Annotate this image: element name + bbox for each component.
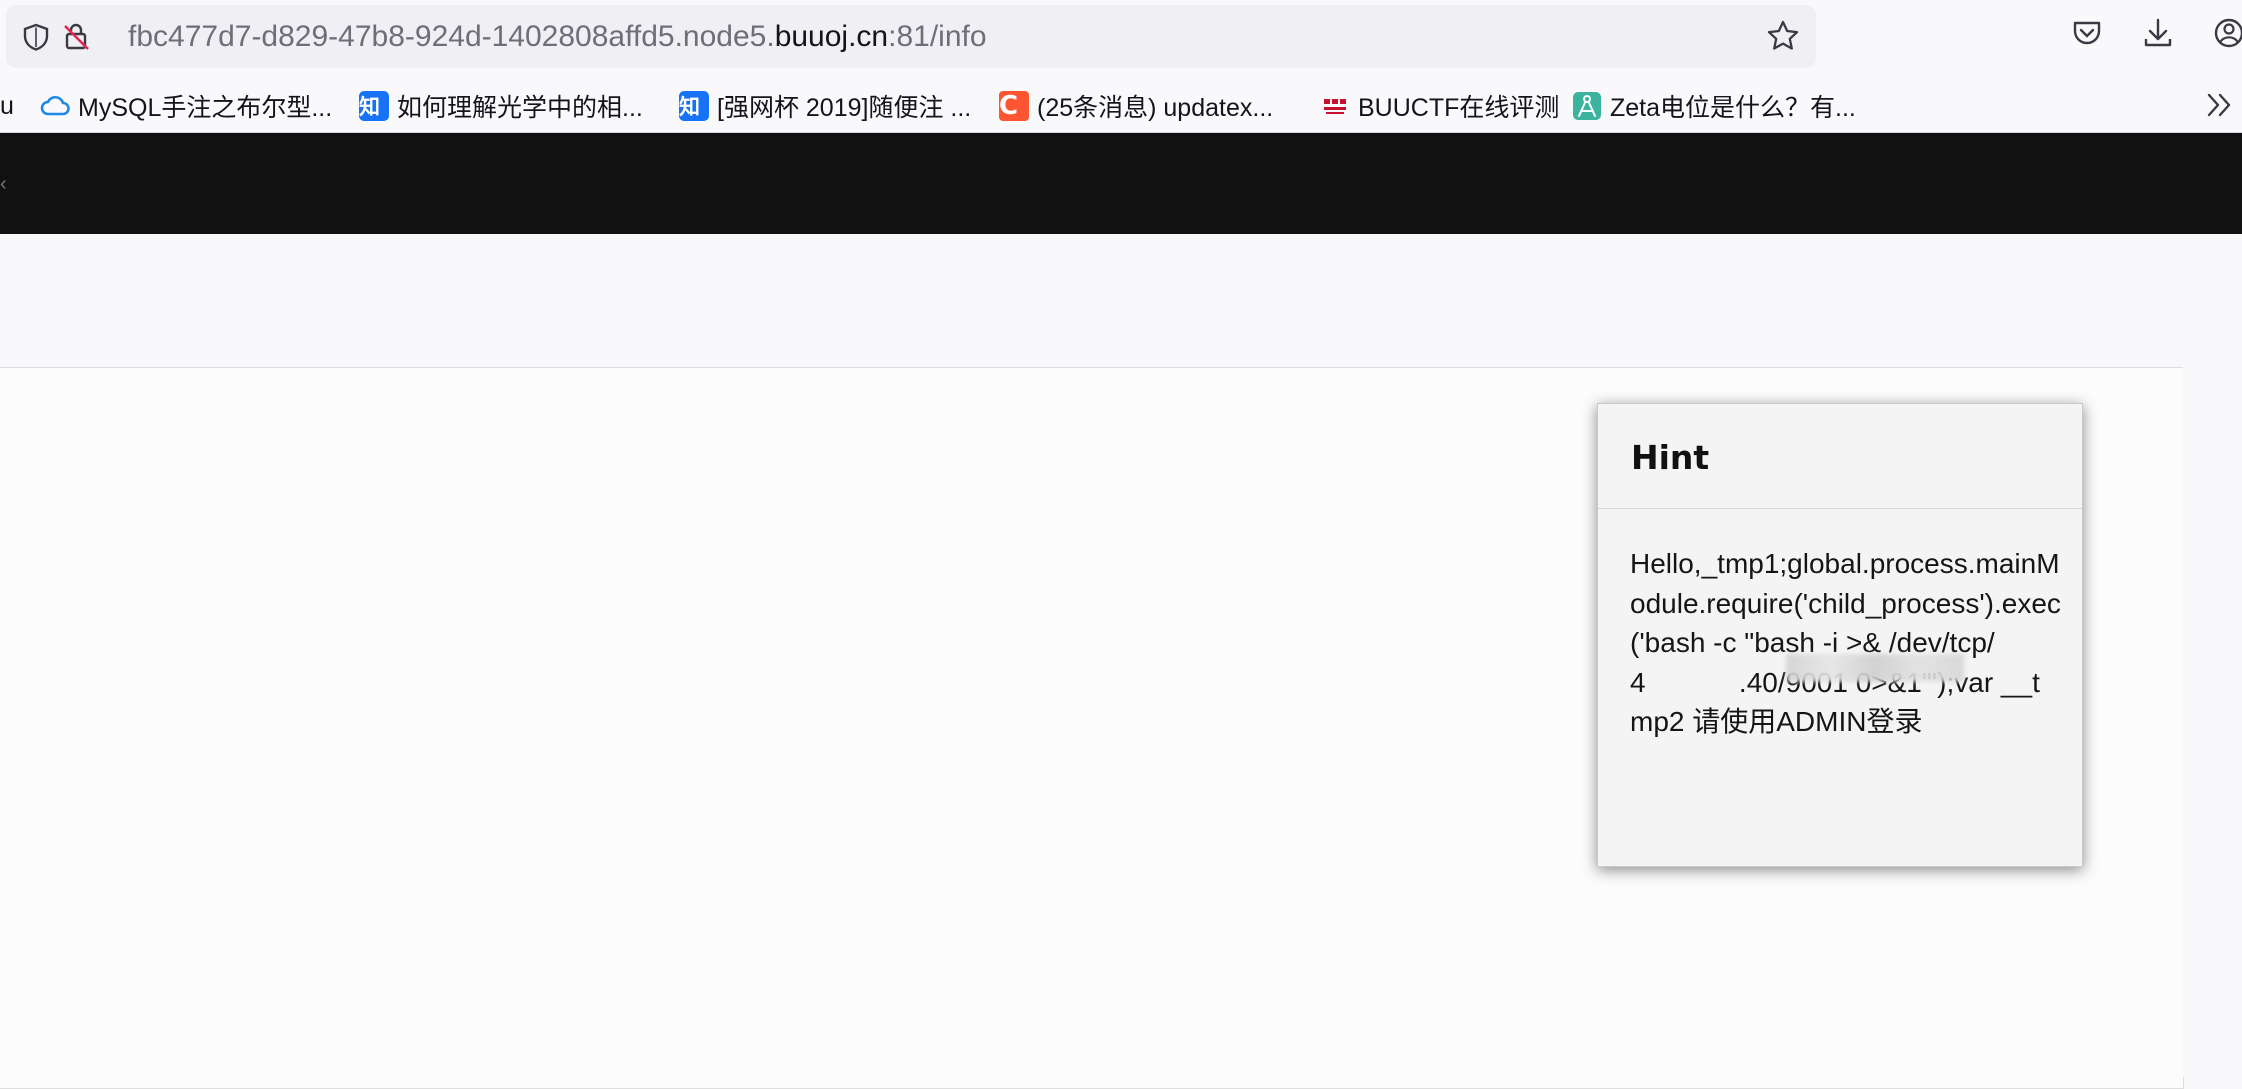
- redacted-ip-blur: [1786, 654, 1964, 682]
- zhihu-icon: 知: [679, 91, 709, 121]
- compass-icon: [1573, 92, 1601, 120]
- hint-divider: [1598, 508, 2082, 509]
- csdn-icon: C: [999, 91, 1029, 121]
- bookmark-label: MySQL手注之布尔型...: [78, 94, 333, 122]
- buuctf-icon: [1324, 99, 1346, 114]
- bookmark-buuctf[interactable]: BUUCTF在线评测: [1320, 88, 1559, 124]
- bookmark-partial[interactable]: u: [0, 88, 14, 124]
- bookmark-label: (25条消息) updatex...: [1037, 94, 1274, 122]
- zhihu-icon: 知: [359, 91, 389, 121]
- navbar-partial-icon: ‹: [0, 173, 7, 195]
- url-prefix: fbc477d7-d829-47b8-924d-1402808affd5.nod…: [128, 20, 775, 53]
- cloud-icon: [40, 95, 70, 116]
- bookmarks-overflow-chevron-icon[interactable]: [2202, 86, 2236, 124]
- hint-card: Hint Hello,_tmp1;global.process.mainModu…: [1597, 403, 2083, 867]
- bookmark-zeta[interactable]: Zeta电位是什么？有...: [1572, 88, 1856, 124]
- hint-title: Hint: [1631, 438, 1710, 477]
- url-host: buuoj.cn: [774, 20, 889, 53]
- downloads-icon[interactable]: [2141, 16, 2175, 50]
- site-navbar: ‹: [0, 133, 2242, 234]
- address-bar[interactable]: fbc477d7-d829-47b8-924d-1402808affd5.nod…: [6, 5, 1816, 68]
- insecure-lock-icon[interactable]: [61, 22, 91, 52]
- tracking-protection-shield-icon[interactable]: [21, 22, 51, 52]
- page-right-gutter: [2183, 367, 2242, 1077]
- url-text[interactable]: fbc477d7-d829-47b8-924d-1402808affd5.nod…: [128, 19, 987, 55]
- account-icon[interactable]: [2212, 16, 2242, 50]
- browser-toolbar: fbc477d7-d829-47b8-924d-1402808affd5.nod…: [0, 0, 2242, 80]
- url-suffix: :81/info: [888, 20, 987, 53]
- bookmark-mysql[interactable]: MySQL手注之布尔型...: [40, 88, 332, 124]
- bookmark-label: Zeta电位是什么？有...: [1610, 94, 1856, 122]
- hint-text: Hello,_tmp1;global.process.mainModule.re…: [1630, 548, 2061, 737]
- bookmark-zhihu-optics[interactable]: 知 如何理解光学中的相...: [359, 88, 643, 124]
- bookmark-label: u: [0, 91, 14, 120]
- bookmarks-toolbar: u MySQL手注之布尔型... 知 如何理解光学中的相... 知 [强网杯 2…: [0, 80, 2242, 133]
- bookmark-star-icon[interactable]: [1766, 19, 1800, 53]
- bookmark-label: BUUCTF在线评测: [1358, 94, 1560, 122]
- pocket-icon[interactable]: [2070, 16, 2104, 50]
- bookmark-csdn-updatexml[interactable]: C (25条消息) updatex...: [999, 88, 1273, 124]
- bookmark-label: [强网杯 2019]随便注 ...: [717, 94, 972, 122]
- bookmark-zhihu-qwb[interactable]: 知 [强网杯 2019]随便注 ...: [679, 88, 971, 124]
- bookmark-label: 如何理解光学中的相...: [397, 94, 643, 122]
